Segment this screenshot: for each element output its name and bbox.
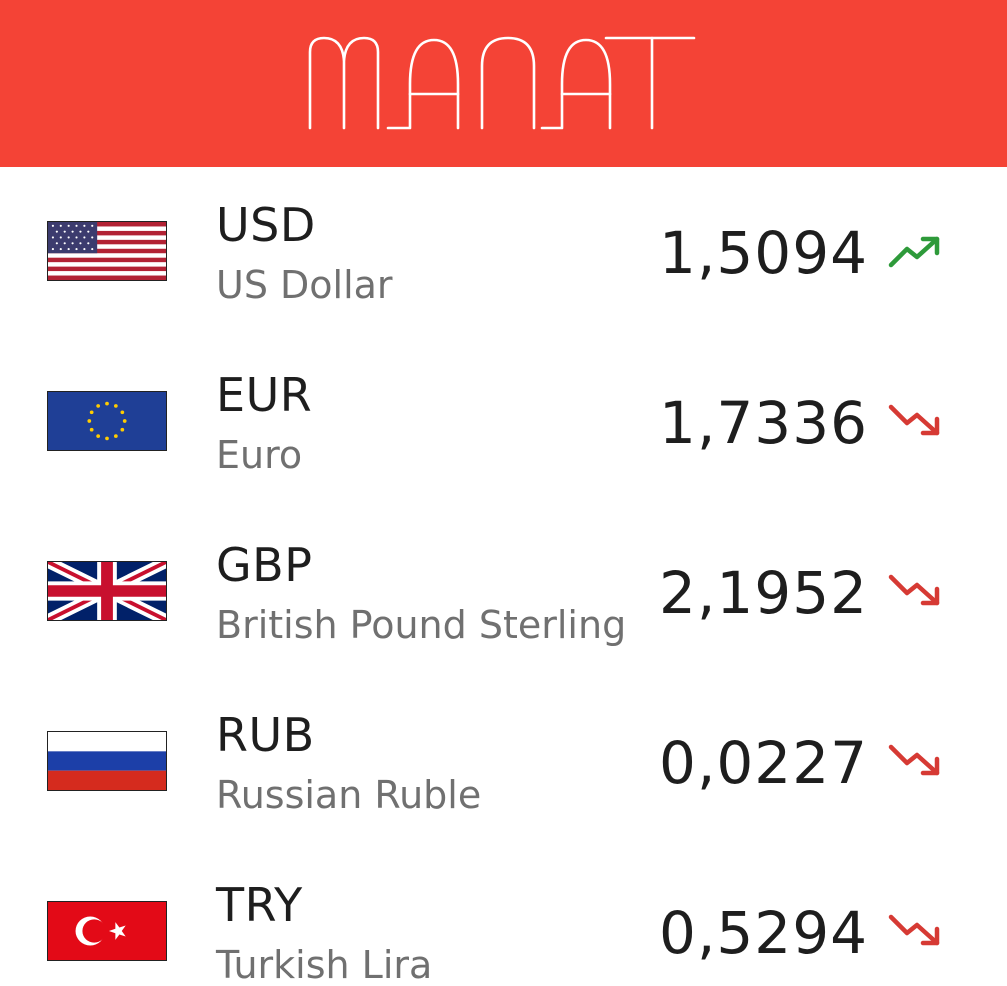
trending-down-icon — [888, 744, 940, 776]
currency-rate: 2,1952 — [659, 559, 868, 627]
us-flag-icon — [47, 221, 167, 281]
currency-name: British Pound Sterling — [216, 603, 627, 647]
trending-down-icon — [888, 574, 940, 606]
currency-rate: 0,5294 — [659, 899, 868, 967]
manat-logo — [308, 36, 696, 130]
app-title: MANAT — [0, 0, 1, 1]
currency-code: TRY — [216, 878, 303, 932]
eu-flag-icon — [47, 391, 167, 451]
tr-flag-icon — [47, 901, 167, 961]
currency-name: Russian Ruble — [216, 773, 482, 817]
currency-row[interactable]: USD US Dollar 1,5094 — [0, 167, 1007, 337]
currency-name: US Dollar — [216, 263, 393, 307]
currency-name: Turkish Lira — [216, 943, 433, 986]
currency-row[interactable]: RUB Russian Ruble 0,0227 — [0, 677, 1007, 847]
currency-code: USD — [216, 198, 316, 252]
currency-code: EUR — [216, 368, 313, 422]
currency-name: Euro — [216, 433, 303, 477]
currency-code: RUB — [216, 708, 315, 762]
currency-code: GBP — [216, 538, 313, 592]
currency-row[interactable]: GBP British Pound Sterling 2,1952 — [0, 507, 1007, 677]
uk-flag-icon — [47, 561, 167, 621]
app-header: MANAT — [0, 0, 1007, 167]
trending-down-icon — [888, 914, 940, 946]
trending-down-icon — [888, 404, 940, 436]
ru-flag-icon — [47, 731, 167, 791]
currency-row[interactable]: TRY Turkish Lira 0,5294 — [0, 847, 1007, 986]
currency-rate: 1,5094 — [659, 219, 868, 287]
currency-rate: 1,7336 — [659, 389, 868, 457]
currency-rate: 0,0227 — [659, 729, 868, 797]
currency-row[interactable]: EUR Euro 1,7336 — [0, 337, 1007, 507]
trending-up-icon — [888, 236, 940, 268]
